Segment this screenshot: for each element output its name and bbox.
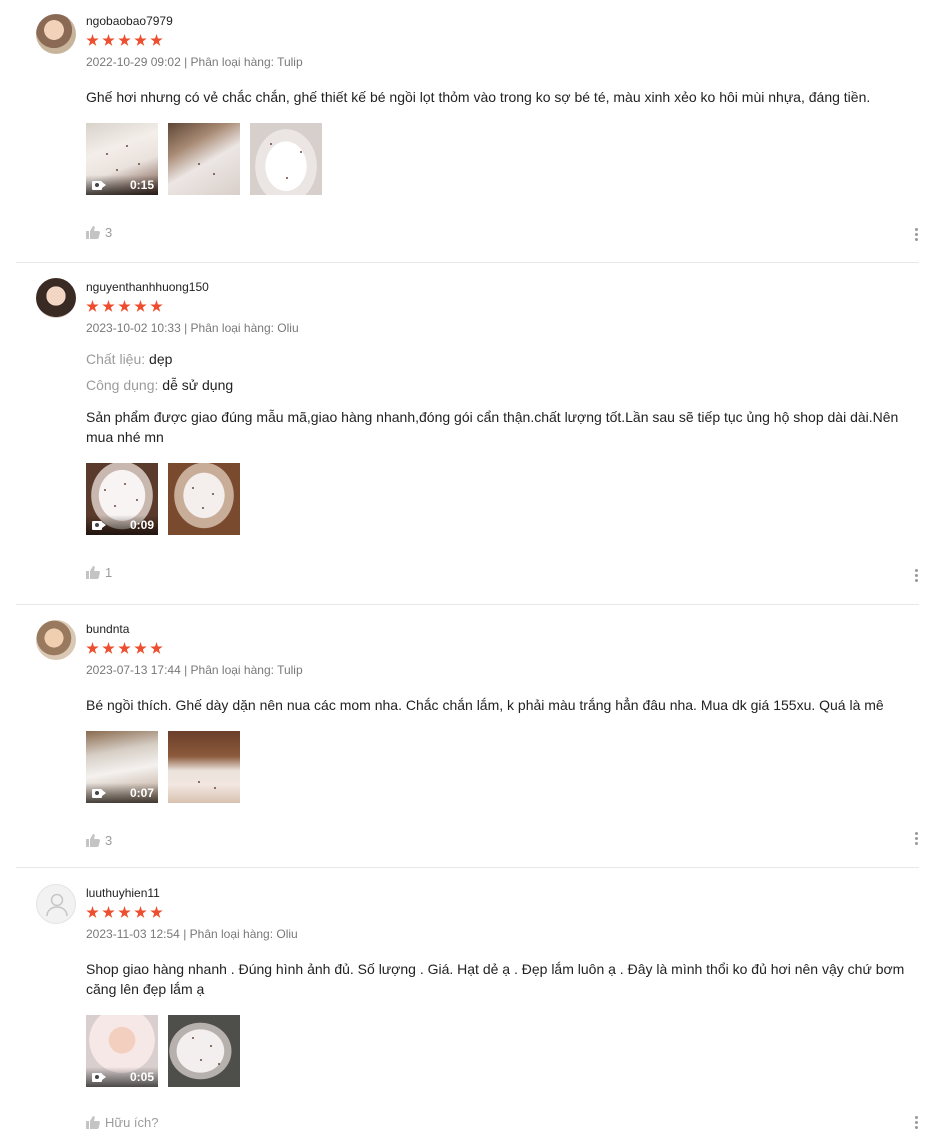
avatar[interactable]: [36, 884, 76, 924]
star-icon: [134, 300, 147, 312]
like-button[interactable]: 3: [86, 225, 916, 240]
review-variant: | Phân loại hàng: Oliu: [184, 321, 299, 335]
review-item: luuthuyhien11 2023-11-03 12:54 | Phân lo…: [16, 884, 919, 1144]
rating-stars: [86, 300, 916, 314]
like-count: 3: [105, 225, 113, 240]
review-attribute: Công dụng: dễ sử dụng: [86, 375, 916, 395]
review-date-variant: 2023-10-02 10:33 | Phân loại hàng: Oliu: [86, 321, 916, 335]
rating-stars: [86, 906, 916, 920]
review-comment: Sản phẩm được giao đúng mẫu mã,giao hàng…: [86, 409, 899, 445]
like-button[interactable]: 1: [86, 565, 916, 580]
review-username[interactable]: luuthuyhien11: [86, 886, 916, 901]
video-camera-icon: [92, 520, 106, 530]
star-icon: [134, 34, 147, 46]
thumbs-up-icon: [86, 834, 100, 847]
video-bar: 0:05: [86, 1067, 158, 1087]
video-duration: 0:05: [129, 1070, 154, 1084]
review-media: 0:05: [86, 1015, 916, 1087]
review-attribute: Chất liệu: dẹp: [86, 349, 916, 369]
thumbs-up-icon: [86, 566, 100, 579]
review-date: 2023-10-02 10:33: [86, 321, 181, 335]
user-icon: [46, 893, 68, 917]
more-vertical-icon[interactable]: [915, 832, 919, 845]
star-icon: [118, 34, 131, 46]
star-icon: [118, 642, 131, 654]
more-vertical-icon[interactable]: [915, 569, 919, 582]
star-icon: [118, 906, 131, 918]
review-media: 0:07: [86, 731, 916, 803]
review-image-thumbnail[interactable]: [168, 463, 240, 535]
video-bar: 0:15: [86, 175, 158, 195]
attribute-label: Chất liệu:: [86, 351, 150, 367]
avatar[interactable]: [36, 620, 76, 660]
review-date: 2023-07-13 17:44: [86, 663, 181, 677]
star-icon: [102, 34, 115, 46]
rating-stars: [86, 642, 916, 656]
star-icon: [150, 34, 163, 46]
review-date: 2022-10-29 09:02: [86, 55, 181, 69]
review-image-thumbnail[interactable]: [168, 731, 240, 803]
attribute-label: Công dụng:: [86, 377, 163, 393]
review-item: bundnta 2023-07-13 17:44 | Phân loại hàn…: [16, 620, 919, 868]
avatar[interactable]: [36, 278, 76, 318]
like-count: 1: [105, 565, 113, 580]
review-video-thumbnail[interactable]: 0:07: [86, 731, 158, 803]
video-bar: 0:07: [86, 783, 158, 803]
video-duration: 0:09: [129, 518, 154, 532]
review-username[interactable]: ngobaobao7979: [86, 14, 916, 29]
review-comment: Shop giao hàng nhanh . Đúng hình ảnh đủ.…: [86, 961, 905, 997]
review-media: 0:15: [86, 123, 916, 195]
avatar[interactable]: [36, 14, 76, 54]
review-date-variant: 2023-11-03 12:54 | Phân loại hàng: Oliu: [86, 927, 916, 941]
review-item: nguyenthanhhuong150 2023-10-02 10:33 | P…: [16, 278, 919, 605]
review-variant: | Phân loại hàng: Tulip: [184, 55, 303, 69]
review-comment: Ghế hơi nhưng có vẻ chắc chắn, ghế thiết…: [86, 89, 871, 105]
video-duration: 0:15: [129, 178, 154, 192]
star-icon: [102, 300, 115, 312]
review-image-thumbnail[interactable]: [168, 123, 240, 195]
review-date-variant: 2022-10-29 09:02 | Phân loại hàng: Tulip: [86, 55, 916, 69]
star-icon: [150, 642, 163, 654]
video-camera-icon: [92, 1072, 106, 1082]
review-variant: | Phân loại hàng: Tulip: [184, 663, 303, 677]
attribute-value: dễ sử dụng: [162, 377, 234, 393]
star-icon: [150, 906, 163, 918]
review-item: ngobaobao7979 2022-10-29 09:02 | Phân lo…: [16, 14, 919, 263]
review-video-thumbnail[interactable]: 0:05: [86, 1015, 158, 1087]
star-icon: [134, 906, 147, 918]
star-icon: [102, 642, 115, 654]
review-username[interactable]: nguyenthanhhuong150: [86, 280, 916, 295]
review-video-thumbnail[interactable]: 0:09: [86, 463, 158, 535]
like-button[interactable]: 3: [86, 833, 916, 848]
video-camera-icon: [92, 180, 106, 190]
more-vertical-icon[interactable]: [915, 228, 919, 241]
review-image-thumbnail[interactable]: [250, 123, 322, 195]
star-icon: [102, 906, 115, 918]
review-comment: Bé ngồi thích. Ghế dày dặn nên nua các m…: [86, 697, 884, 713]
star-icon: [150, 300, 163, 312]
star-icon: [134, 642, 147, 654]
review-variant: | Phân loại hàng: Oliu: [183, 927, 298, 941]
star-icon: [86, 300, 99, 312]
thumbs-up-icon: [86, 226, 100, 239]
video-camera-icon: [92, 788, 106, 798]
star-icon: [86, 906, 99, 918]
star-icon: [86, 34, 99, 46]
review-media: 0:09: [86, 463, 916, 535]
review-video-thumbnail[interactable]: 0:15: [86, 123, 158, 195]
review-image-thumbnail[interactable]: [168, 1015, 240, 1087]
review-date: 2023-11-03 12:54: [86, 927, 180, 941]
video-bar: 0:09: [86, 515, 158, 535]
rating-stars: [86, 34, 916, 48]
like-count: 3: [105, 833, 113, 848]
attribute-value: dẹp: [149, 351, 173, 367]
video-duration: 0:07: [129, 786, 154, 800]
review-username[interactable]: bundnta: [86, 622, 916, 637]
star-icon: [86, 642, 99, 654]
star-icon: [118, 300, 131, 312]
review-date-variant: 2023-07-13 17:44 | Phân loại hàng: Tulip: [86, 663, 916, 677]
